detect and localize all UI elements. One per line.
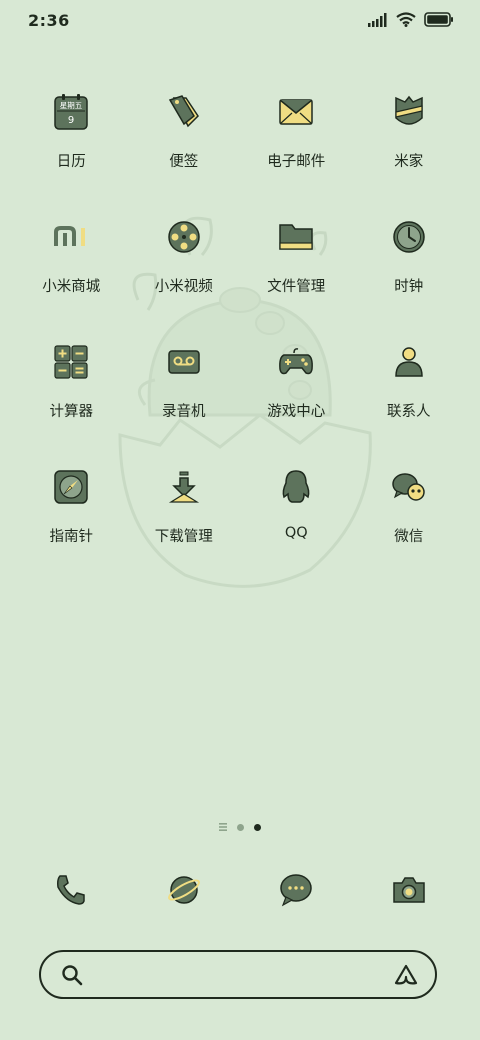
app-label: 下载管理 bbox=[154, 529, 213, 545]
app-recorder[interactable]: 录音机 bbox=[128, 338, 241, 426]
app-mi-store[interactable]: 小米商城 bbox=[15, 213, 128, 301]
camera-icon bbox=[393, 877, 425, 903]
gamepad-icon bbox=[272, 338, 320, 386]
calendar-weekday: 星期五 bbox=[60, 101, 83, 110]
phone-icon bbox=[57, 875, 85, 905]
search-bar[interactable] bbox=[39, 950, 437, 999]
app-label: 电子邮件 bbox=[267, 154, 326, 170]
app-file-manager[interactable]: 文件管理 bbox=[240, 213, 353, 301]
mail-icon bbox=[272, 88, 320, 136]
app-label: 游戏中心 bbox=[267, 404, 326, 420]
app-download-manager[interactable]: 下载管理 bbox=[128, 463, 241, 551]
search-icon[interactable] bbox=[61, 964, 83, 986]
wechat-icon bbox=[385, 463, 433, 511]
recorder-icon bbox=[160, 338, 208, 386]
browser-planet-icon bbox=[167, 876, 200, 904]
app-label: 微信 bbox=[394, 529, 424, 545]
app-label: QQ bbox=[284, 525, 308, 541]
mi-store-icon bbox=[47, 213, 95, 261]
app-label: 指南针 bbox=[49, 529, 94, 545]
app-label: 录音机 bbox=[162, 404, 206, 420]
page-dot-active[interactable] bbox=[254, 823, 261, 831]
dock-messages[interactable] bbox=[240, 866, 353, 914]
app-label: 计算器 bbox=[49, 404, 94, 420]
page-dot[interactable] bbox=[237, 823, 244, 831]
dock bbox=[15, 866, 465, 914]
dock-camera[interactable] bbox=[353, 866, 466, 914]
signal-icon bbox=[368, 12, 387, 27]
app-calendar[interactable]: 星期五 9 日历 bbox=[15, 88, 128, 176]
app-label: 小米商城 bbox=[42, 279, 101, 295]
status-bar: 2:36 bbox=[0, 0, 480, 42]
app-grid: 星期五 9 日历 便签 电子邮件 米家 小米商城 小米视频 文件管理 时钟 计算… bbox=[15, 88, 465, 551]
folder-icon bbox=[272, 213, 320, 261]
app-label: 时钟 bbox=[394, 279, 424, 295]
app-compass[interactable]: 指南针 bbox=[15, 463, 128, 551]
dock-browser[interactable] bbox=[128, 866, 241, 914]
app-notes[interactable]: 便签 bbox=[128, 88, 241, 176]
app-game-center[interactable]: 游戏中心 bbox=[240, 338, 353, 426]
app-mail[interactable]: 电子邮件 bbox=[240, 88, 353, 176]
calculator-icon bbox=[47, 338, 95, 386]
video-reel-icon bbox=[160, 213, 208, 261]
app-label: 联系人 bbox=[387, 404, 431, 420]
clock-icon bbox=[385, 213, 433, 261]
menu-lines-icon bbox=[219, 823, 227, 831]
mijia-icon bbox=[385, 88, 433, 136]
app-calculator[interactable]: 计算器 bbox=[15, 338, 128, 426]
download-icon bbox=[160, 463, 208, 511]
app-label: 文件管理 bbox=[267, 279, 326, 295]
page-indicator[interactable] bbox=[0, 823, 480, 831]
battery-icon bbox=[424, 12, 453, 27]
app-contacts[interactable]: 联系人 bbox=[353, 338, 466, 426]
compass-icon bbox=[47, 463, 95, 511]
dock-phone[interactable] bbox=[15, 866, 128, 914]
calendar-icon: 星期五 9 bbox=[47, 88, 95, 136]
app-clock[interactable]: 时钟 bbox=[353, 213, 466, 301]
app-label: 小米视频 bbox=[154, 279, 213, 295]
app-mi-video[interactable]: 小米视频 bbox=[128, 213, 241, 301]
calendar-day: 9 bbox=[68, 115, 74, 126]
app-qq[interactable]: QQ bbox=[240, 463, 353, 551]
app-mijia[interactable]: 米家 bbox=[353, 88, 466, 176]
wifi-icon bbox=[396, 12, 416, 27]
search-input[interactable] bbox=[99, 961, 373, 989]
app-label: 日历 bbox=[56, 154, 86, 170]
status-icons bbox=[368, 12, 454, 27]
app-label: 便签 bbox=[169, 154, 199, 170]
messages-icon bbox=[280, 874, 312, 907]
qq-icon bbox=[272, 463, 320, 511]
app-wechat[interactable]: 微信 bbox=[353, 463, 466, 551]
app-label: 米家 bbox=[394, 154, 424, 170]
assistant-icon[interactable] bbox=[393, 963, 419, 987]
contacts-icon bbox=[385, 338, 433, 386]
notes-icon bbox=[160, 88, 208, 136]
status-time: 2:36 bbox=[28, 11, 70, 30]
